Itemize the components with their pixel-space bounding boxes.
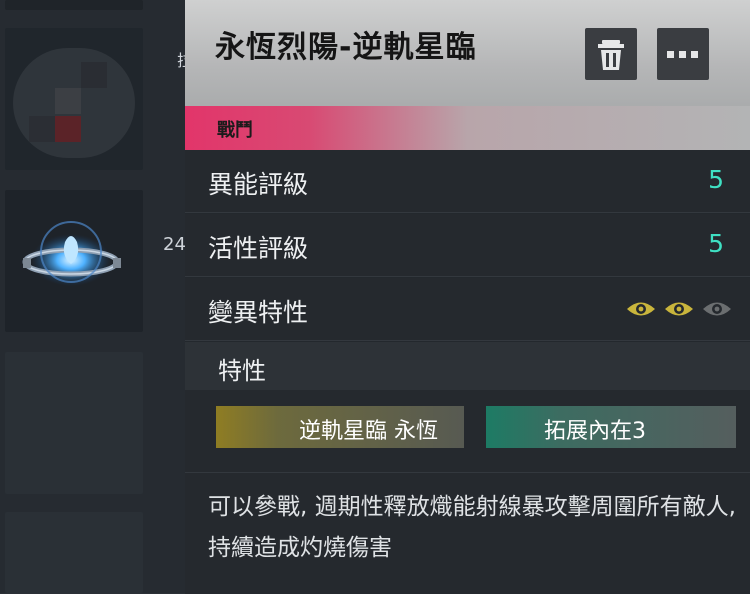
trait-chip[interactable]: 拓展內在3 bbox=[486, 406, 736, 448]
stat-row: 異能評級 5 bbox=[185, 150, 750, 213]
inventory-slot[interactable] bbox=[5, 190, 143, 332]
eye-filled-icon bbox=[627, 302, 655, 316]
traits-section-header: 特性 bbox=[185, 342, 750, 390]
more-dots-icon bbox=[667, 51, 698, 58]
category-tag: 戰鬥 bbox=[217, 120, 253, 141]
stat-label: 異能評級 bbox=[208, 170, 309, 199]
item-description-box: 可以參戰, 週期性釋放熾能射線暴攻擊周圍所有敵人, 持續造成灼燒傷害 bbox=[185, 472, 750, 594]
traits-list: 逆軌星臨 永恆 拓展內在3 bbox=[185, 390, 750, 472]
mosaic-block bbox=[55, 88, 81, 114]
trait-label: 逆軌星臨 永恆 bbox=[299, 419, 438, 444]
mosaic-block bbox=[29, 116, 55, 142]
stat-row: 活性評級 5 bbox=[185, 214, 750, 277]
stat-value: 5 bbox=[708, 229, 724, 258]
inventory-slot[interactable] bbox=[5, 512, 143, 593]
delete-button[interactable] bbox=[585, 28, 637, 80]
slot-count: 24 bbox=[163, 234, 186, 255]
mosaic-block bbox=[81, 62, 107, 88]
inventory-grid: 拉 24 bbox=[0, 0, 193, 593]
stat-label: 變異特性 bbox=[208, 298, 309, 327]
eye-filled-icon bbox=[665, 302, 693, 316]
item-header: 永恆烈陽-逆軌星臨 bbox=[185, 0, 750, 112]
trait-chip[interactable]: 逆軌星臨 永恆 bbox=[216, 406, 464, 448]
eye-empty-icon bbox=[703, 302, 731, 316]
trait-label: 拓展內在3 bbox=[544, 419, 646, 444]
inventory-slot[interactable] bbox=[5, 28, 143, 170]
item-title: 永恆烈陽-逆軌星臨 bbox=[215, 30, 477, 65]
orb-artifact-icon bbox=[22, 221, 121, 286]
mosaic-block bbox=[55, 116, 81, 142]
category-tag-bar: 戰鬥 bbox=[185, 106, 750, 150]
trash-icon bbox=[598, 40, 624, 70]
stat-row: 變異特性 bbox=[185, 278, 750, 341]
inventory-slot[interactable] bbox=[5, 0, 143, 10]
inventory-slot[interactable] bbox=[5, 352, 143, 494]
stat-label: 活性評級 bbox=[208, 234, 309, 263]
item-detail-panel: 永恆烈陽-逆軌星臨 戰鬥 異能評級 5 活性評級 5 變異特性 特性 逆軌星臨 … bbox=[185, 0, 750, 594]
mutation-level-indicator bbox=[626, 298, 738, 320]
more-options-button[interactable] bbox=[657, 28, 709, 80]
section-title: 特性 bbox=[218, 357, 266, 385]
stat-value: 5 bbox=[708, 165, 724, 194]
item-description: 可以參戰, 週期性釋放熾能射線暴攻擊周圍所有敵人, 持續造成灼燒傷害 bbox=[208, 494, 736, 561]
